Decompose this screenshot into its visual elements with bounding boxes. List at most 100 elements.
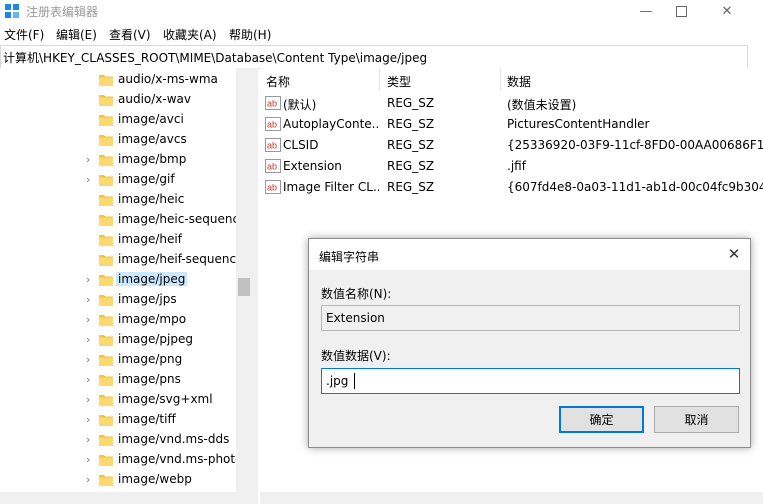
chevron-right-icon[interactable]: › [86,353,96,367]
address-bar[interactable]: 计算机\HKEY_CLASSES_ROOT\MIME\Database\Cont… [0,45,748,69]
tree-node[interactable]: › image/vnd.ms-photo [0,450,242,470]
folder-icon [99,215,113,226]
tree-node[interactable]: audio/x-wav [0,90,236,110]
tree-node[interactable]: › image/jps [0,290,236,310]
tree-node[interactable]: image/avci [0,110,236,130]
column-header-name[interactable]: 名称 [266,73,290,90]
tree-node[interactable]: › image/bmp [0,150,236,170]
edit-string-dialog: 编辑字符串 ✕ 数值名称(N): Extension 数值数据(V): .jpg… [308,238,751,448]
chevron-right-icon[interactable]: › [86,333,96,347]
column-header-type[interactable]: 类型 [387,73,411,90]
value-type-cell: REG_SZ [387,138,435,152]
maximize-icon [675,5,687,17]
value-name-cell: AutoplayConte... [283,117,379,131]
menu-file[interactable]: 文件(F) [4,26,44,43]
tree-node[interactable]: › image/jpeg [0,270,236,290]
value-name-label: 数值名称(N): [321,287,392,301]
folder-icon [99,435,113,446]
value-name-cell: Extension [283,159,342,173]
folder-icon [99,295,113,306]
chevron-right-icon[interactable]: › [86,413,96,427]
chevron-right-icon[interactable]: › [86,453,96,467]
value-data-cell: {607fd4e8-0a03-11d1-ab1d-00c04fc9b304} [507,180,763,194]
tree-node[interactable]: › image/webp [0,470,236,490]
tree-node[interactable]: › image/mpo [0,310,236,330]
dialog-title: 编辑字符串 [319,250,380,264]
value-name-cell: CLSID [283,138,319,152]
tree-node[interactable]: › image/svg+xml [0,390,236,410]
value-type-cell: REG_SZ [387,159,435,173]
value-name-cell: Image Filter CL... [283,180,379,194]
menu-edit[interactable]: 编辑(E) [56,26,97,43]
registry-editor-icon [5,4,19,18]
chevron-right-icon[interactable]: › [86,433,96,447]
chevron-right-icon[interactable]: › [86,473,96,487]
value-row[interactable]: ab Image Filter CL... REG_SZ {607fd4e8-0a03… [260,177,763,198]
tree-node-label: image/gif [118,172,175,186]
pane-splitter[interactable] [252,68,258,504]
ok-button[interactable]: 确定 [559,406,644,433]
chevron-right-icon[interactable]: › [86,293,96,307]
close-button[interactable]: ✕ [704,0,750,22]
chevron-right-icon[interactable]: › [86,153,96,167]
value-data-cell: {25336920-03F9-11cf-8FD0-00AA00686F13} [507,138,763,152]
svg-text:ab: ab [267,99,277,109]
tree-node[interactable]: › image/tiff [0,410,236,430]
tree-horizontal-scrollbar[interactable] [0,492,252,504]
chevron-right-icon[interactable]: › [86,273,96,287]
menu-bar: 文件(F) 编辑(E) 查看(V) 收藏夹(A) 帮助(H) [0,22,763,44]
value-row[interactable]: ab (默认) REG_SZ (数值未设置) [260,93,763,114]
chevron-right-icon[interactable]: › [86,173,96,187]
tree-node[interactable]: image/heic [0,190,236,210]
value-data-cell: PicturesContentHandler [507,117,650,131]
tree-vertical-scrollbar[interactable] [236,68,252,492]
menu-help[interactable]: 帮助(H) [229,26,271,43]
tree-node-label: image/bmp [118,152,187,166]
cancel-button[interactable]: 取消 [654,406,739,433]
tree-node[interactable]: › image/pns [0,370,236,390]
title-bar: 注册表编辑器 — ✕ [0,0,763,22]
tree-node-label: image/svg+xml [118,392,213,406]
tree-node-label: image/pjpeg [118,332,193,346]
tree-node[interactable]: › image/png [0,350,236,370]
value-data-text: .jpg [326,374,349,388]
value-row[interactable]: ab CLSID REG_SZ {25336920-03F9-11cf-8FD0-00… [260,135,763,156]
folder-icon [99,135,113,146]
chevron-right-icon[interactable]: › [86,393,96,407]
tree-node-label: audio/x-wav [118,92,191,106]
folder-icon [99,255,113,266]
tree-node[interactable]: image/heif [0,230,236,250]
tree-node-label: image/png [118,352,183,366]
tree-node-label: image/avci [118,112,184,126]
folder-icon [99,275,113,286]
column-divider[interactable] [500,68,501,90]
tree-node[interactable]: › image/vnd.ms-dds [0,430,236,450]
tree-node-label: image/jps [118,292,177,306]
list-horizontal-scrollbar[interactable] [260,492,763,504]
column-divider[interactable] [379,68,380,90]
folder-icon [99,375,113,386]
chevron-right-icon[interactable]: › [86,313,96,327]
tree-node[interactable]: image/avcs [0,130,236,150]
tree-scroll-thumb[interactable] [238,278,250,296]
value-row[interactable]: ab Extension REG_SZ .jfif [260,156,763,177]
value-row[interactable]: ab AutoplayConte... REG_SZ PicturesContentH… [260,114,763,135]
column-header-data[interactable]: 数据 [507,73,531,90]
svg-text:ab: ab [267,162,277,172]
menu-view[interactable]: 查看(V) [109,26,151,43]
tree-node-label: image/heic [118,192,185,206]
text-caret [354,373,355,389]
tree-node[interactable]: › image/gif [0,170,236,190]
folder-icon [99,415,113,426]
tree-node[interactable]: image/heif-sequenc [0,250,236,270]
tree-node[interactable]: audio/x-ms-wma [0,70,236,90]
value-type-cell: REG_SZ [387,180,435,194]
menu-favorites[interactable]: 收藏夹(A) [163,26,217,43]
maximize-button[interactable] [658,0,704,22]
tree-node[interactable]: image/heic-sequenc [0,210,239,230]
chevron-right-icon[interactable]: › [86,373,96,387]
tree-node[interactable]: › image/pjpeg [0,330,236,350]
value-type-cell: REG_SZ [387,96,435,110]
dialog-close-button[interactable]: ✕ [722,243,746,265]
value-data-input[interactable]: .jpg [321,368,740,394]
